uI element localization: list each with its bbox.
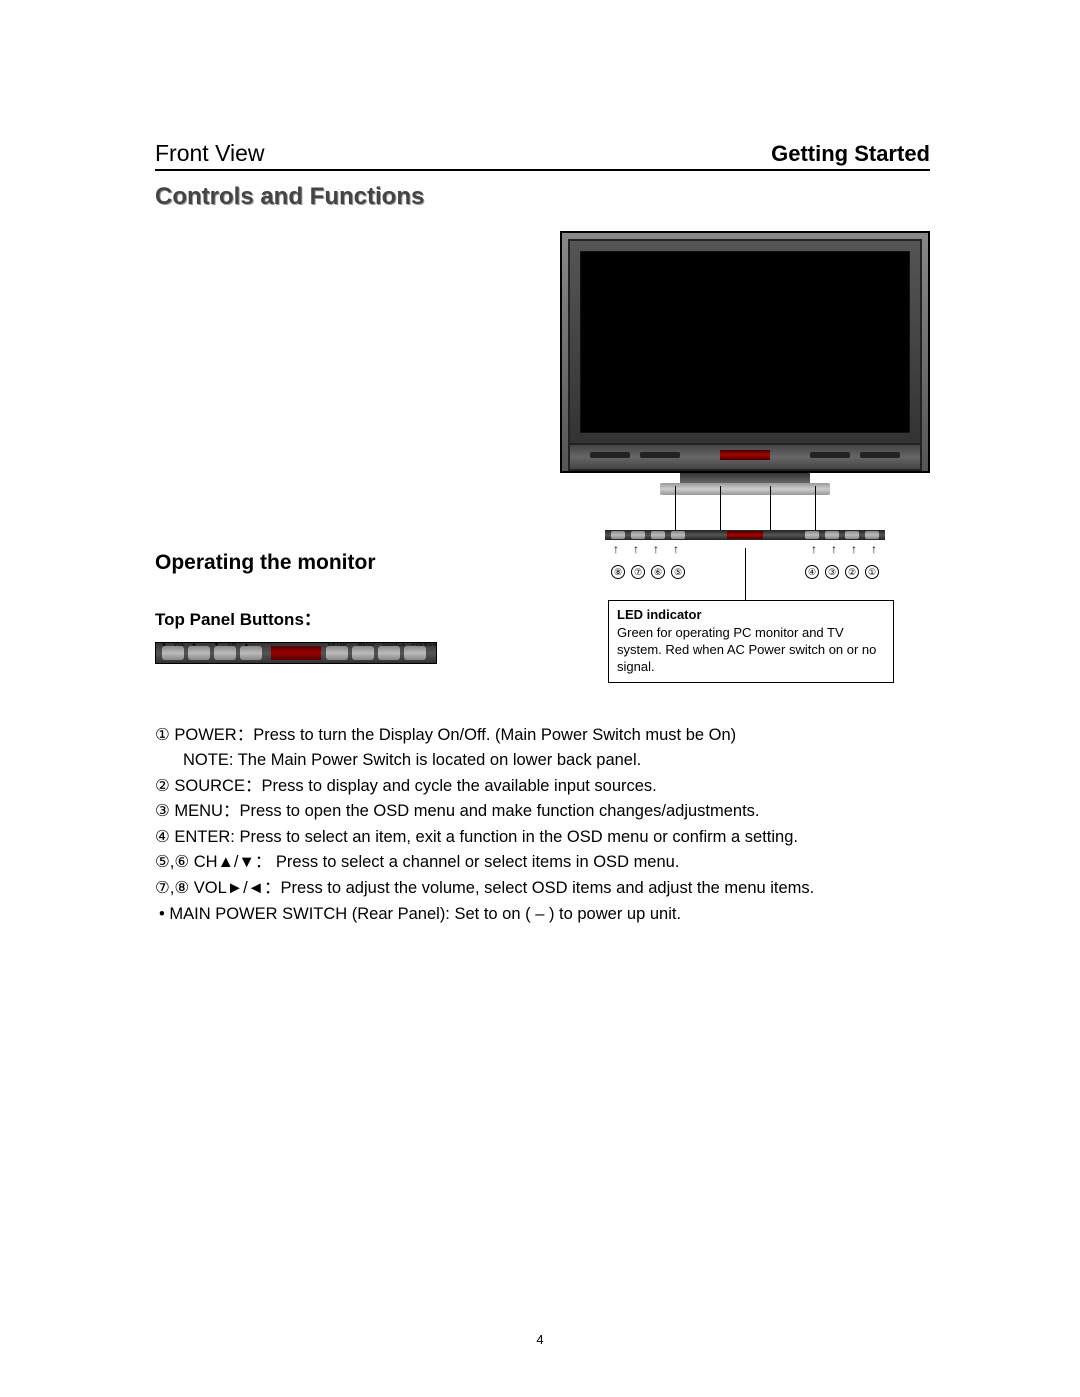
leader-line — [745, 548, 746, 600]
arrow-up-icon: ↑ — [613, 542, 619, 556]
page-number: 4 — [0, 1332, 1080, 1347]
callout-number-5: ⑤ — [671, 565, 685, 579]
strip-button — [214, 646, 236, 660]
mini-button — [631, 531, 645, 539]
callout-number-8: ⑧ — [611, 565, 625, 579]
mini-button — [651, 531, 665, 539]
strip-button — [378, 646, 400, 660]
arrow-up-icon: ↑ — [653, 542, 659, 556]
mini-button — [845, 531, 859, 539]
mini-button — [611, 531, 625, 539]
tv-screen — [580, 251, 910, 433]
arrow-up-icon: ↑ — [633, 542, 639, 556]
strip-button — [240, 646, 262, 660]
desc-enter: ④ ENTER: Press to select an item, exit a… — [155, 825, 930, 851]
arrow-up-icon: ↑ — [673, 542, 679, 556]
mini-button — [825, 531, 839, 539]
strip-button — [404, 646, 426, 660]
desc-menu: ③ MENU：Press to open the OSD menu and ma… — [155, 799, 930, 825]
callout-number-6: ⑥ — [651, 565, 665, 579]
tv-chin-panel — [568, 445, 922, 471]
chin-button-group — [860, 452, 900, 458]
chin-button-group — [590, 452, 630, 458]
operating-heading: Operating the monitor — [155, 551, 542, 575]
leader-line — [675, 486, 676, 536]
page-header: Front View Getting Started — [155, 140, 930, 171]
callout-number-7: ⑦ — [631, 565, 645, 579]
strip-button — [352, 646, 374, 660]
top-panel-buttons-label: Top Panel Buttons： — [155, 605, 542, 630]
left-column: Operating the monitor Top Panel Buttons：… — [155, 231, 542, 683]
mini-button — [671, 531, 685, 539]
led-indicator-body: Green for operating PC monitor and TV sy… — [617, 625, 885, 676]
leader-line — [770, 486, 771, 536]
mini-button — [865, 531, 879, 539]
callout-button-strip — [605, 530, 885, 540]
section-title: Controls and Functions — [155, 183, 930, 211]
arrow-up-icon: ↑ — [831, 542, 837, 556]
strip-button — [326, 646, 348, 660]
leader-line — [720, 486, 721, 536]
chin-button-group — [640, 452, 680, 458]
callout-number-3: ③ — [825, 565, 839, 579]
front-view-label: Front View — [155, 140, 265, 167]
tv-illustration — [560, 231, 930, 473]
getting-started-label: Getting Started — [771, 141, 930, 167]
desc-power-note: NOTE: The Main Power Switch is located o… — [155, 748, 930, 774]
tv-stand-base — [660, 483, 830, 495]
button-strip-diagram: ◄ VOL ► ▼ CH ▲ ENTER MENU SOURCE POEWER — [155, 642, 437, 664]
leader-line — [815, 486, 816, 536]
desc-vol: ⑦,⑧ VOL►/◄：Press to adjust the volume, s… — [155, 876, 930, 902]
desc-power: ① POWER：Press to turn the Display On/Off… — [155, 723, 930, 749]
button-descriptions: ① POWER：Press to turn the Display On/Off… — [155, 723, 930, 928]
arrow-up-icon: ↑ — [811, 542, 817, 556]
chin-led-indicator — [720, 450, 770, 460]
desc-main-power: • MAIN POWER SWITCH (Rear Panel): Set to… — [155, 902, 930, 928]
arrow-up-icon: ↑ — [851, 542, 857, 556]
led-indicator-title: LED indicator — [617, 607, 885, 624]
desc-source: ② SOURCE：Press to display and cycle the … — [155, 774, 930, 800]
mini-button — [805, 531, 819, 539]
led-indicator-box: LED indicator Green for operating PC mon… — [608, 600, 894, 683]
callout-number-2: ② — [845, 565, 859, 579]
strip-button — [188, 646, 210, 660]
right-column: ↑ ↑ ↑ ↑ ↑ ↑ ↑ ↑ ⑧ ⑦ ⑥ ⑤ ④ ③ ② ① LED indi… — [560, 231, 930, 683]
tv-stand-neck — [680, 473, 810, 483]
callout-number-4: ④ — [805, 565, 819, 579]
strip-button — [162, 646, 184, 660]
callout-number-1: ① — [865, 565, 879, 579]
chin-button-group — [810, 452, 850, 458]
desc-ch: ⑤,⑥ CH▲/▼： Press to select a channel or … — [155, 850, 930, 876]
mini-led-indicator — [727, 531, 763, 539]
arrow-up-icon: ↑ — [871, 542, 877, 556]
tv-bezel — [568, 239, 922, 445]
strip-led-indicator — [271, 646, 321, 660]
content-area: Operating the monitor Top Panel Buttons：… — [155, 231, 930, 683]
